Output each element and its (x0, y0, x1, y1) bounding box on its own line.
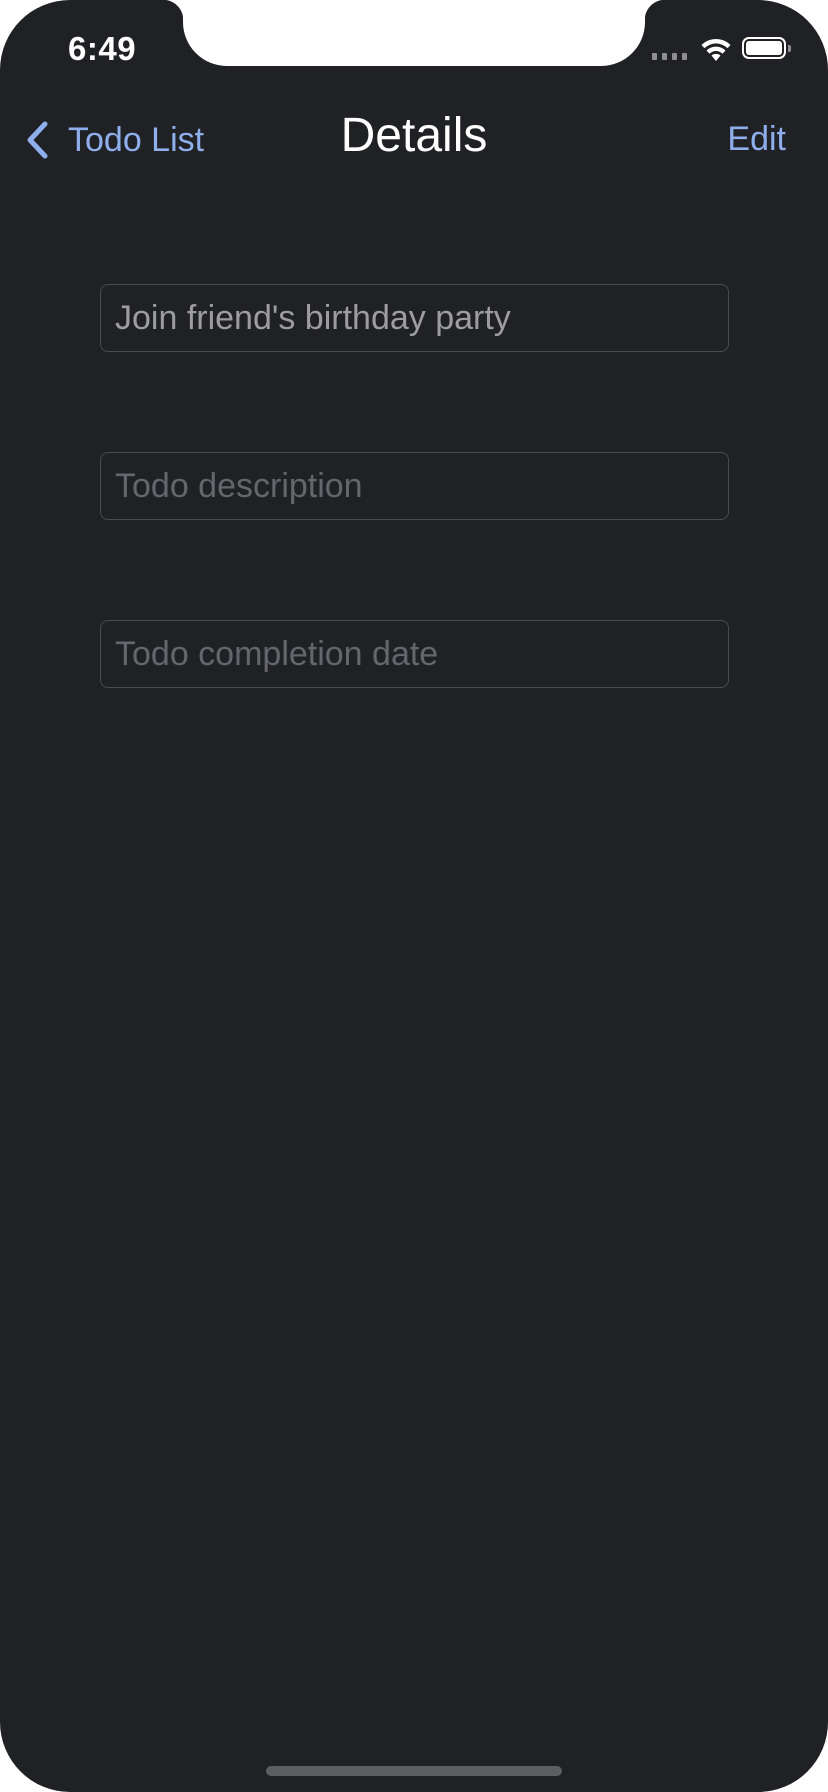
battery-cap (788, 45, 791, 52)
wifi-icon (701, 38, 731, 61)
status-time: 6:49 (68, 30, 137, 67)
device-notch (163, 0, 665, 66)
edit-button[interactable]: Edit (727, 120, 786, 159)
todo-description-field[interactable] (100, 452, 729, 520)
cellular-signal-icon (652, 53, 687, 60)
app-screen: 6:49 Todo List Details Edit (0, 0, 828, 1792)
back-button[interactable]: Todo List (24, 120, 204, 160)
todo-completion-date-field[interactable] (100, 620, 729, 688)
back-button-label: Todo List (68, 120, 205, 159)
home-indicator[interactable] (266, 1766, 562, 1776)
todo-title-field[interactable] (100, 284, 729, 352)
chevron-left-icon (27, 121, 48, 159)
battery-icon (742, 37, 786, 59)
